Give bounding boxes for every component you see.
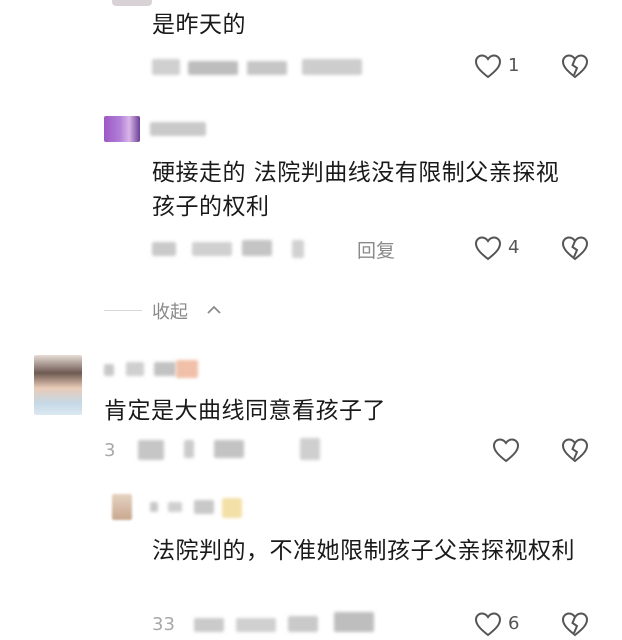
comment-meta: 回复	[152, 236, 395, 263]
broken-heart-icon	[561, 438, 589, 463]
username[interactable]	[150, 496, 250, 520]
avatar[interactable]	[112, 494, 132, 520]
reply-comment-4: 法院判的，不准她限制孩子父亲探视权利 33 6	[0, 488, 622, 640]
like-button[interactable]	[492, 436, 522, 466]
heart-outline-icon	[474, 54, 502, 79]
like-count: 4	[508, 237, 520, 258]
comment-text: 是昨天的	[152, 12, 246, 38]
timestamp: 33	[152, 614, 175, 635]
timestamp: 3	[104, 440, 116, 461]
comment-meta: 33	[152, 612, 422, 638]
reply-comment-2: 硬接走的 法院判曲线没有限制父亲探视孩子的权利 回复 4	[0, 110, 622, 270]
avatar[interactable]	[104, 116, 140, 142]
heart-outline-icon	[474, 612, 502, 637]
dislike-button[interactable]	[561, 53, 591, 81]
partial-avatar	[112, 0, 152, 6]
comment-3: 肯定是大曲线同意看孩子了 3	[0, 350, 622, 480]
username[interactable]	[150, 120, 210, 140]
like-count: 6	[508, 613, 520, 634]
comment-meta	[152, 55, 382, 79]
broken-heart-icon	[561, 54, 589, 79]
heart-outline-icon	[474, 236, 502, 261]
collapse-label: 收起	[152, 302, 188, 323]
avatar[interactable]	[34, 355, 82, 415]
collapse-replies-button[interactable]: 收起	[104, 294, 244, 326]
reply-comment-1: 是昨天的 1	[0, 0, 622, 90]
like-button[interactable]: 1	[474, 52, 532, 82]
chevron-up-icon	[207, 305, 221, 314]
like-button[interactable]: 6	[474, 610, 532, 640]
dislike-button[interactable]	[561, 235, 591, 263]
heart-outline-icon	[492, 438, 520, 463]
broken-heart-icon	[561, 236, 589, 261]
username[interactable]	[104, 358, 204, 382]
dislike-button[interactable]	[561, 437, 591, 465]
reply-label[interactable]: 回复	[357, 236, 395, 263]
like-button[interactable]: 4	[474, 234, 532, 264]
comment-text: 硬接走的 法院判曲线没有限制父亲探视孩子的权利	[152, 160, 560, 220]
comment-meta: 3	[104, 438, 344, 464]
comment-text: 肯定是大曲线同意看孩子了	[104, 398, 386, 424]
like-count: 1	[508, 55, 520, 76]
comment-text: 法院判的，不准她限制孩子父亲探视权利	[152, 538, 575, 564]
divider	[104, 310, 142, 311]
broken-heart-icon	[561, 612, 589, 637]
dislike-button[interactable]	[561, 611, 591, 639]
